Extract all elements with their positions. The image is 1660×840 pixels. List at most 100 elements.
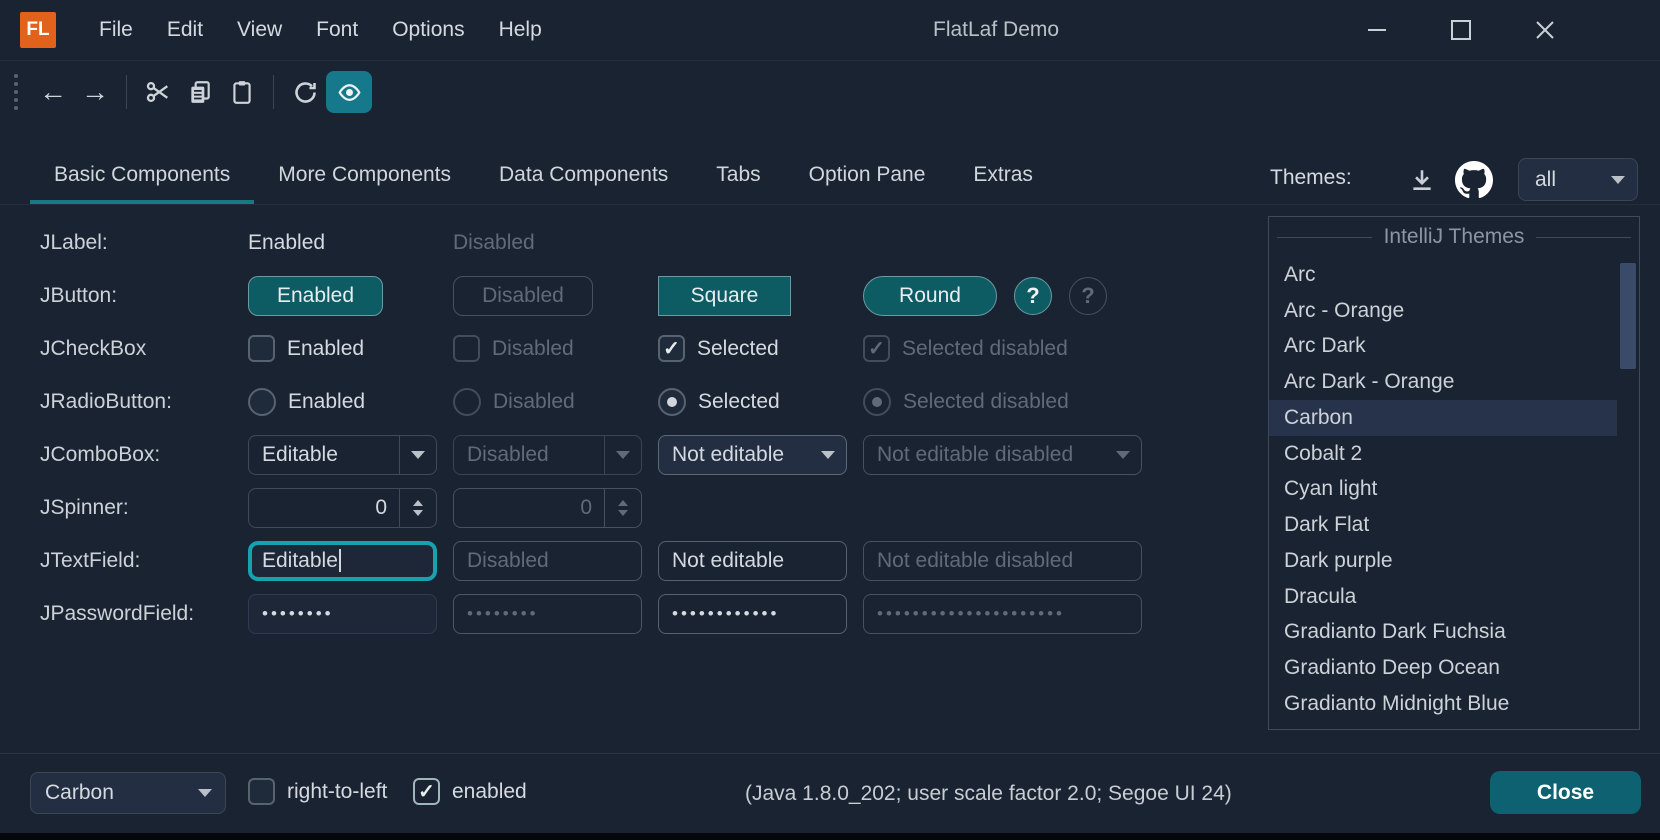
textfield-editable[interactable]: Editable [248, 541, 437, 581]
jspinner-row-label: JSpinner: [40, 496, 248, 520]
spinner-enabled[interactable]: 0 [248, 488, 437, 528]
jbutton-row-label: JButton: [40, 284, 248, 308]
menu-help[interactable]: Help [482, 0, 559, 60]
themes-scrollbar-thumb[interactable] [1620, 263, 1636, 369]
theme-item-gradianto-midnight-blue[interactable]: Gradianto Midnight Blue [1269, 686, 1617, 722]
spinner-disabled: 0 [453, 488, 642, 528]
refresh-button[interactable] [284, 71, 326, 113]
chevron-down-icon [1116, 451, 1130, 459]
combobox-not-editable[interactable]: Not editable [658, 435, 847, 475]
tab-more-components[interactable]: More Components [254, 150, 475, 204]
forward-button[interactable]: → [74, 71, 116, 113]
show-hidden-toggle-button[interactable] [326, 71, 372, 113]
chevron-down-icon [1611, 176, 1625, 184]
theme-item-arc-dark[interactable]: Arc Dark [1269, 329, 1617, 365]
checkbox-selected[interactable]: ✓Selected [658, 335, 863, 362]
enabled-checkbox[interactable]: ✓ enabled [413, 778, 527, 805]
close-button[interactable]: Close [1490, 771, 1641, 814]
theme-item-dracula[interactable]: Dracula [1269, 579, 1617, 615]
tab-data-components[interactable]: Data Components [475, 150, 692, 204]
radio-enabled[interactable]: Enabled [248, 388, 453, 416]
theme-item-carbon[interactable]: Carbon [1269, 400, 1617, 436]
maximize-icon [1451, 20, 1471, 40]
theme-item-arc-orange[interactable]: Arc - Orange [1269, 293, 1617, 329]
paste-button[interactable] [221, 71, 263, 113]
menu-font[interactable]: Font [299, 0, 375, 60]
theme-item-cobalt-2[interactable]: Cobalt 2 [1269, 436, 1617, 472]
theme-item-cyan-light[interactable]: Cyan light [1269, 472, 1617, 508]
radio-label: Selected disabled [903, 390, 1069, 414]
help-button-disabled: ? [1069, 277, 1107, 315]
combobox-not-editable-disabled: Not editable disabled [863, 435, 1142, 475]
checkbox-label: Enabled [287, 337, 364, 361]
theme-item-arc-dark-orange[interactable]: Arc Dark - Orange [1269, 364, 1617, 400]
jpasswordfield-row-label: JPasswordField: [40, 602, 248, 626]
theme-item-gradianto-deep-ocean[interactable]: Gradianto Deep Ocean [1269, 650, 1617, 686]
window-controls [1362, 0, 1560, 60]
theme-item-gradianto-dark-fuchsia[interactable]: Gradianto Dark Fuchsia [1269, 615, 1617, 651]
menu-view[interactable]: View [220, 0, 299, 60]
checkbox-enabled[interactable]: Enabled [248, 335, 453, 362]
enabled-button[interactable]: Enabled [248, 276, 383, 316]
radio-selected-icon [863, 388, 891, 416]
tab-option-pane[interactable]: Option Pane [785, 150, 950, 204]
theme-item-dark-purple[interactable]: Dark purple [1269, 543, 1617, 579]
checkbox-checked-icon: ✓ [863, 335, 890, 362]
menu-options[interactable]: Options [375, 0, 481, 60]
back-button[interactable]: ← [32, 71, 74, 113]
combobox-editable[interactable]: Editable [248, 435, 437, 475]
tab-extras[interactable]: Extras [949, 150, 1057, 204]
textfield-not-editable-disabled: Not editable disabled [863, 541, 1142, 581]
separator-line [1536, 237, 1631, 238]
tab-tabs[interactable]: Tabs [692, 150, 784, 204]
theme-item-arc[interactable]: Arc [1269, 257, 1617, 293]
spinner-down-icon [413, 510, 423, 516]
copy-button[interactable] [179, 71, 221, 113]
spinner-up-icon [618, 500, 628, 506]
jcombobox-row-label: JComboBox: [40, 443, 248, 467]
themes-group-header: IntelliJ Themes [1269, 217, 1639, 257]
lookandfeel-combobox[interactable]: Carbon [30, 772, 226, 814]
passwordfield-not-editable[interactable]: •••••••••••• [658, 594, 847, 634]
titlebar: FL File Edit View Font Options Help Flat… [0, 0, 1660, 61]
themes-list: Arc Arc - Orange Arc Dark Arc Dark - Ora… [1269, 257, 1617, 722]
spinner-buttons[interactable] [399, 489, 436, 527]
checkbox-disabled: Disabled [453, 335, 658, 362]
combobox-arrow-button[interactable] [399, 436, 436, 474]
maximize-button[interactable] [1446, 15, 1476, 45]
square-button[interactable]: Square [658, 276, 791, 316]
passwordfield-editable[interactable]: •••••••• [248, 594, 437, 634]
toolbar-separator [126, 75, 127, 109]
close-window-button[interactable] [1530, 15, 1560, 45]
themes-group-title: IntelliJ Themes [1372, 225, 1537, 249]
chevron-down-icon [198, 789, 212, 797]
github-button[interactable] [1452, 158, 1496, 202]
radio-label: Selected [698, 390, 780, 414]
themes-filter-combobox[interactable]: all [1518, 158, 1638, 201]
minimize-icon [1368, 29, 1386, 31]
tab-basic-components[interactable]: Basic Components [30, 150, 254, 204]
disabled-button: Disabled [453, 276, 593, 316]
right-to-left-checkbox[interactable]: right-to-left [248, 778, 387, 805]
jlabel-row-label: JLabel: [40, 231, 248, 255]
cut-button[interactable] [137, 71, 179, 113]
menu-edit[interactable]: Edit [150, 0, 220, 60]
chevron-down-icon [821, 451, 835, 459]
download-themes-button[interactable] [1400, 158, 1444, 202]
toolbar-grip-handle[interactable] [14, 90, 18, 94]
checkbox-checked-icon: ✓ [413, 778, 440, 805]
theme-item-dark-flat[interactable]: Dark Flat [1269, 507, 1617, 543]
text-caret [339, 549, 341, 572]
minimize-button[interactable] [1362, 15, 1392, 45]
chevron-down-icon [411, 451, 425, 459]
close-icon [1534, 19, 1556, 41]
toolbar-separator [273, 75, 274, 109]
lookandfeel-value: Carbon [31, 781, 185, 805]
combobox-disabled: Disabled [453, 435, 642, 475]
menu-file[interactable]: File [82, 0, 150, 60]
help-button[interactable]: ? [1014, 277, 1052, 315]
radio-selected[interactable]: Selected [658, 388, 863, 416]
textfield-not-editable[interactable]: Not editable [658, 541, 847, 581]
round-button[interactable]: Round [863, 276, 997, 316]
jtextfield-row-label: JTextField: [40, 549, 248, 573]
